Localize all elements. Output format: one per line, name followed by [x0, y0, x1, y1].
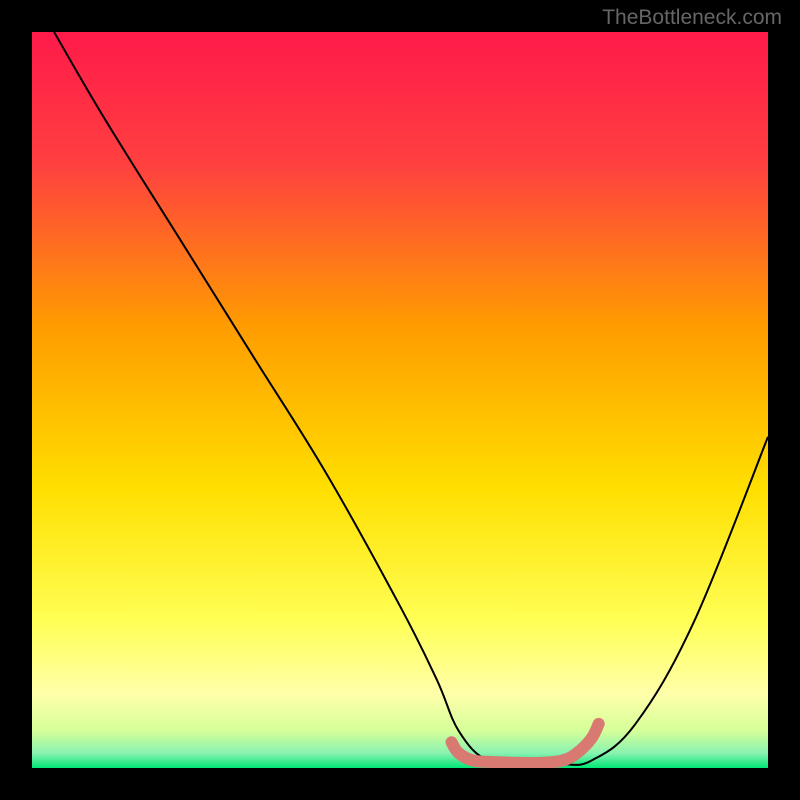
- chart-svg: [32, 32, 768, 768]
- watermark-text: TheBottleneck.com: [602, 6, 782, 30]
- gradient-background: [32, 32, 768, 768]
- chart-container: TheBottleneck.com: [0, 0, 800, 800]
- plot-area: [32, 32, 768, 768]
